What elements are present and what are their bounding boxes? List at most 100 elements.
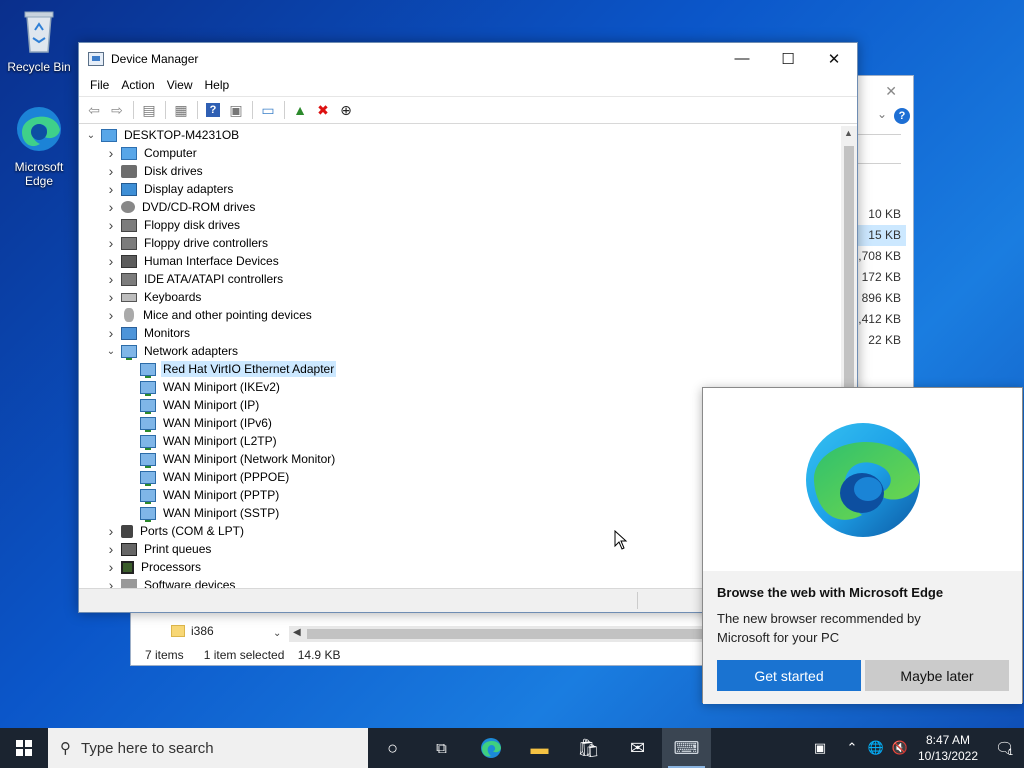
tree-scroll-thumb[interactable] (844, 146, 854, 406)
menu-view[interactable]: View (161, 78, 199, 92)
expand-chevron-right-icon[interactable]: › (105, 235, 117, 251)
tree-category-network-adapters[interactable]: ⌄ Network adapters (79, 342, 857, 360)
device-manager-app-icon (88, 51, 104, 66)
taskbar-edge-button[interactable] (466, 728, 515, 768)
status-item-count: 7 items (145, 648, 184, 662)
scroll-up-icon[interactable]: ▲ (844, 128, 853, 138)
taskbar-mail-button[interactable]: ✉ (613, 728, 662, 768)
tree-device-network-adapter[interactable]: Red Hat VirtIO Ethernet Adapter (79, 360, 857, 378)
enable-device-button[interactable]: ⊕ (335, 99, 357, 121)
uninstall-device-button[interactable]: ✖ (312, 99, 334, 121)
store-bag-icon: 🛍 (577, 737, 600, 758)
expand-chevron-right-icon[interactable]: › (105, 271, 117, 287)
nav-pane-collapse-icon[interactable]: ⌄ (273, 628, 281, 639)
tree-category[interactable]: › Monitors (79, 324, 857, 342)
file-size-cell[interactable]: ,708 KB (858, 246, 906, 267)
tree-category[interactable]: › Mice and other pointing devices (79, 306, 857, 324)
tray-overflow-chevron-icon[interactable]: ⌃ (840, 740, 864, 756)
news-widget-icon[interactable]: ▣ (800, 740, 840, 756)
properties-icon: ▦ (174, 101, 188, 118)
edge-shortcut-icon (4, 104, 74, 157)
task-view-button[interactable]: ⧉ (417, 728, 466, 768)
action-center-button[interactable]: 🗨 1 (984, 728, 1024, 768)
status-size: 14.9 KB (297, 648, 341, 662)
volume-muted-icon[interactable]: 🔇 (888, 740, 912, 756)
expand-chevron-right-icon[interactable]: › (105, 541, 117, 557)
menu-action[interactable]: Action (115, 78, 160, 92)
expand-chevron-right-icon[interactable]: › (105, 325, 117, 341)
expand-chevron-right-icon[interactable]: › (105, 163, 117, 179)
forward-button[interactable]: ⇨ (106, 99, 128, 121)
title-bar[interactable]: Device Manager — ☐ ✕ (79, 43, 857, 74)
network-adapter-icon (140, 470, 156, 486)
edge-promo-popup: Browse the web with Microsoft Edge The n… (702, 387, 1023, 704)
expand-chevron-right-icon[interactable]: › (105, 253, 117, 269)
maybe-later-button[interactable]: Maybe later (865, 660, 1009, 691)
expand-chevron-right-icon[interactable]: › (105, 523, 117, 539)
expand-chevron-right-icon[interactable]: › (105, 217, 117, 233)
recycle-bin-desktop-icon[interactable]: Recycle Bin (4, 8, 74, 74)
tree-root-computer[interactable]: ⌄ DESKTOP-M4231OB (79, 126, 857, 144)
network-adapter-icon (140, 488, 156, 504)
explorer-help-icon[interactable]: ? (894, 108, 910, 124)
explorer-ribbon-chevron-icon[interactable]: ⌄ (877, 107, 887, 121)
taskbar-file-explorer-button[interactable]: ▬ (515, 728, 564, 768)
show-hide-action-pane-button[interactable]: ▣ (225, 99, 247, 121)
tree-category[interactable]: › Computer (79, 144, 857, 162)
expand-chevron-right-icon[interactable]: › (105, 199, 117, 215)
explorer-horizontal-scrollbar[interactable]: ◀ (289, 626, 709, 642)
network-globe-icon[interactable]: 🌐 (864, 740, 888, 756)
menu-file[interactable]: File (84, 78, 115, 92)
start-button[interactable] (0, 728, 48, 768)
search-icon: ⚲ (60, 740, 71, 757)
expand-chevron-down-icon[interactable]: ⌄ (105, 346, 117, 357)
expand-chevron-down-icon[interactable]: ⌄ (85, 130, 97, 141)
file-size-cell[interactable]: 10 KB (858, 204, 906, 225)
file-size-cell[interactable]: 172 KB (858, 267, 906, 288)
maximize-button[interactable]: ☐ (765, 43, 811, 74)
expand-chevron-right-icon[interactable]: › (105, 289, 117, 305)
monitor-icon (121, 326, 137, 340)
taskbar-search-box[interactable]: ⚲ Type here to search (48, 728, 368, 768)
expand-chevron-right-icon[interactable]: › (105, 307, 117, 323)
tree-category[interactable]: › DVD/CD-ROM drives (79, 198, 857, 216)
expand-chevron-right-icon[interactable]: › (105, 145, 117, 161)
tree-category[interactable]: › IDE ATA/ATAPI controllers (79, 270, 857, 288)
explorer-close-icon[interactable]: ✕ (885, 83, 897, 100)
taskbar-device-manager-button[interactable]: ⌨ (662, 728, 711, 768)
folder-i386[interactable]: i386 (171, 624, 214, 638)
edge-promo-body: The new browser recommended by Microsoft… (717, 611, 921, 645)
back-button[interactable]: ⇦ (83, 99, 105, 121)
taskbar-clock[interactable]: 8:47 AM 10/13/2022 (912, 732, 984, 764)
help-button[interactable]: ? (202, 99, 224, 121)
expand-chevron-right-icon[interactable]: › (105, 181, 117, 197)
scan-hardware-changes-button[interactable]: ▭ (257, 99, 279, 121)
tree-category[interactable]: › Human Interface Devices (79, 252, 857, 270)
file-size-cell[interactable]: 896 KB (858, 288, 906, 309)
edge-desktop-shortcut[interactable]: Microsoft Edge (4, 104, 74, 188)
scroll-left-icon[interactable]: ◀ (293, 627, 301, 638)
file-size-cell[interactable]: ,412 KB (858, 309, 906, 330)
file-size-cell[interactable]: 22 KB (858, 330, 906, 351)
properties-button[interactable]: ▦ (170, 99, 192, 121)
tree-category[interactable]: › Floppy drive controllers (79, 234, 857, 252)
file-size-cell[interactable]: 15 KB (858, 225, 906, 246)
tree-category[interactable]: › Floppy disk drives (79, 216, 857, 234)
get-started-button[interactable]: Get started (717, 660, 861, 691)
recycle-bin-label: Recycle Bin (7, 60, 71, 74)
minimize-button[interactable]: — (719, 43, 765, 74)
enable-down-arrow-icon: ⊕ (340, 101, 352, 118)
update-driver-button[interactable]: ▲ (289, 99, 311, 121)
taskbar-store-button[interactable]: 🛍 (564, 728, 613, 768)
expand-chevron-right-icon[interactable]: › (105, 559, 117, 575)
tree-category[interactable]: › Keyboards (79, 288, 857, 306)
explorer-scroll-thumb[interactable] (307, 629, 707, 639)
show-hide-console-tree-button[interactable]: ▤ (138, 99, 160, 121)
tree-item-label: Disk drives (144, 164, 203, 178)
menu-help[interactable]: Help (199, 78, 236, 92)
close-button[interactable]: ✕ (811, 43, 857, 74)
menu-bar: File Action View Help (79, 74, 857, 96)
tree-category[interactable]: › Disk drives (79, 162, 857, 180)
cortana-button[interactable]: ○ (368, 728, 417, 768)
tree-category[interactable]: › Display adapters (79, 180, 857, 198)
